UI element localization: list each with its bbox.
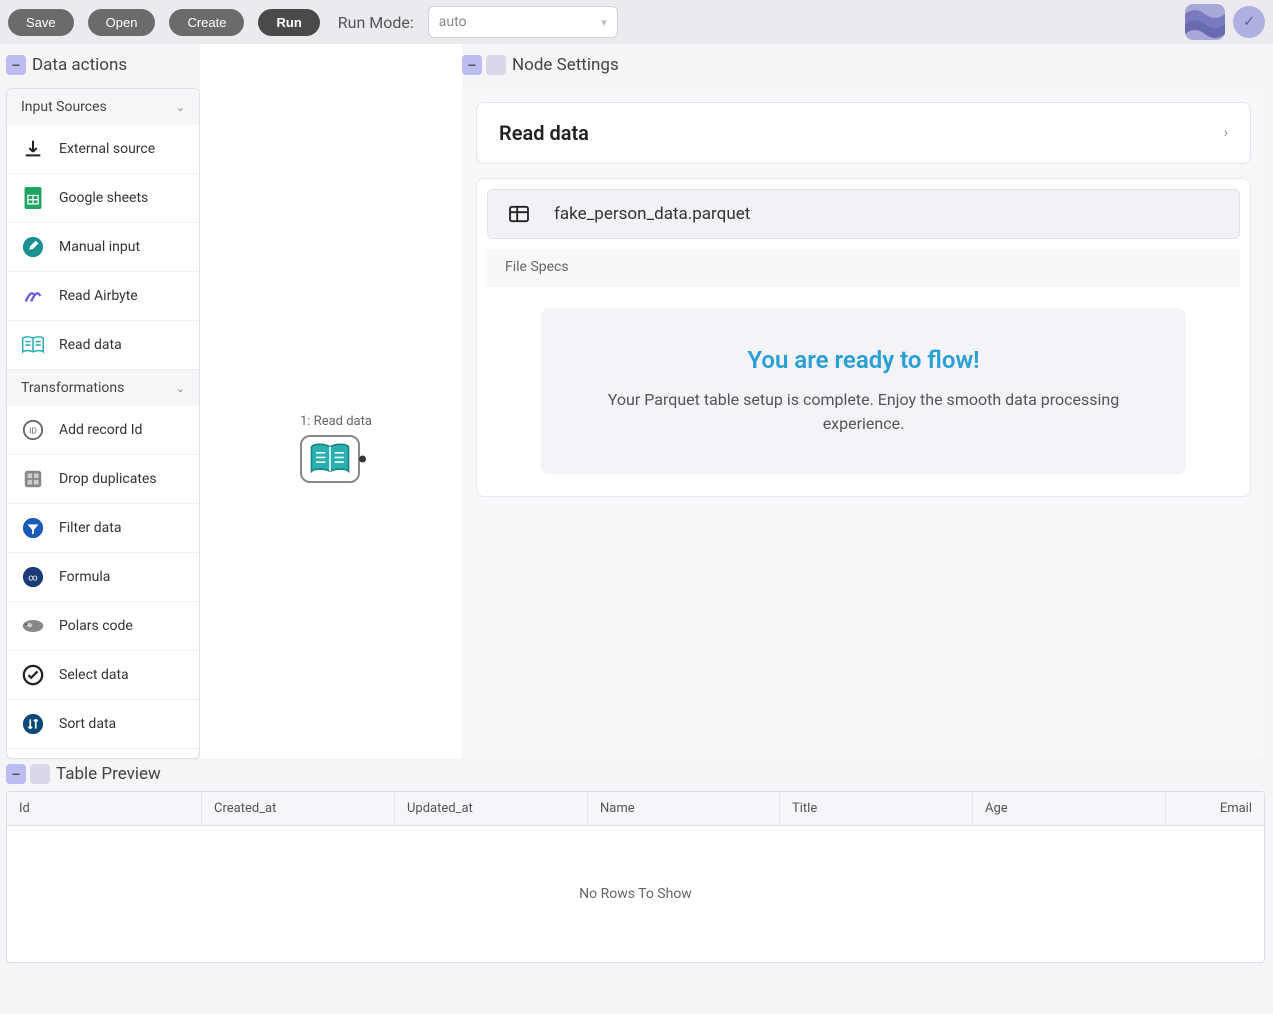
column-header-title[interactable]: Title [780,792,973,825]
top-toolbar: Save Open Create Run Run Mode: auto ▾ ✓ [0,0,1273,44]
action-label: Filter data [59,520,121,536]
action-external-source[interactable]: External source [7,125,199,174]
node-settings-toggle[interactable] [486,55,506,75]
canvas-node-label: 1: Read data [300,414,372,429]
node-title: Read data [499,121,589,145]
action-select-data[interactable]: Select data [7,651,199,700]
duplicates-icon [21,467,45,491]
action-polars-code[interactable]: Polars code [7,602,199,651]
chevron-down-icon: ⌄ [176,382,185,395]
column-header-name[interactable]: Name [588,792,780,825]
table-header-row: Id Created_at Updated_at Name Title Age … [7,792,1264,826]
column-header-id[interactable]: Id [7,792,202,825]
action-label: Read data [59,337,122,353]
file-name: fake_person_data.parquet [554,204,750,224]
action-label: Manual input [59,239,140,255]
action-label: Select data [59,667,129,683]
select-check-icon [21,663,45,687]
data-actions-title: Data actions [32,55,127,75]
action-add-record-id[interactable]: ID Add record Id [7,406,199,455]
column-header-created-at[interactable]: Created_at [202,792,395,825]
chevron-right-icon: › [1224,125,1228,141]
column-header-age[interactable]: Age [973,792,1166,825]
column-header-email[interactable]: Email [1166,792,1264,825]
ready-description: Your Parquet table setup is complete. En… [571,388,1156,436]
action-label: Polars code [59,618,133,634]
action-label: Sort data [59,716,116,732]
action-read-airbyte[interactable]: Read Airbyte [7,272,199,321]
book-icon [21,333,45,357]
action-sort-data[interactable]: Sort data [7,700,199,749]
chevron-down-icon: ▾ [601,16,607,29]
node-output-port[interactable] [359,456,366,463]
table-empty-message: No Rows To Show [7,826,1264,962]
formula-icon: ∞ [21,565,45,589]
airbyte-icon [21,284,45,308]
action-label: Google sheets [59,190,148,206]
action-formula[interactable]: ∞ Formula [7,553,199,602]
collapse-table-preview-button[interactable]: − [6,764,26,784]
table-preview-title: Table Preview [56,764,161,784]
section-input-sources-label: Input Sources [21,99,107,115]
download-icon [21,137,45,161]
create-button[interactable]: Create [169,9,244,36]
action-label: Read Airbyte [59,288,138,304]
column-header-updated-at[interactable]: Updated_at [395,792,588,825]
id-icon: ID [21,418,45,442]
action-drop-duplicates[interactable]: Drop duplicates [7,455,199,504]
file-specs-header[interactable]: File Specs [487,249,1240,286]
table-icon [508,205,530,223]
table-preview: Id Created_at Updated_at Name Title Age … [6,791,1265,963]
svg-text:ID: ID [29,427,37,437]
action-google-sheets[interactable]: Google sheets [7,174,199,223]
action-label: External source [59,141,155,157]
action-manual-input[interactable]: Manual input [7,223,199,272]
book-icon [308,442,352,476]
canvas-node-read-data[interactable]: 1: Read data [300,414,372,483]
section-transformations-label: Transformations [21,380,124,396]
table-preview-toggle[interactable] [30,764,50,784]
svg-text:∞: ∞ [28,574,37,584]
ready-title: You are ready to flow! [571,346,1156,374]
flow-canvas[interactable]: 1: Read data [200,44,462,759]
edit-icon [21,235,45,259]
chevron-down-icon: ⌄ [176,101,185,114]
run-mode-value: auto [439,14,467,30]
data-actions-sidebar: Input Sources ⌄ External source Google s… [6,88,200,759]
run-mode-label: Run Mode: [338,13,414,32]
action-label: Add record Id [59,422,142,438]
save-button[interactable]: Save [8,9,74,36]
collapse-data-actions-button[interactable]: − [6,55,26,75]
collapse-node-settings-button[interactable]: − [462,55,482,75]
file-selector[interactable]: fake_person_data.parquet [487,189,1240,239]
node-title-expander[interactable]: Read data › [499,121,1228,145]
section-input-sources[interactable]: Input Sources ⌄ [7,89,199,125]
run-button[interactable]: Run [258,9,319,36]
action-read-data[interactable]: Read data [7,321,199,370]
status-checkmark-icon[interactable]: ✓ [1233,6,1265,38]
logo-icon [1185,4,1225,40]
sort-icon [21,712,45,736]
sheets-icon [21,186,45,210]
open-button[interactable]: Open [88,9,156,36]
action-label: Formula [59,569,110,585]
run-mode-select[interactable]: auto ▾ [428,6,618,38]
action-label: Drop duplicates [59,471,157,487]
action-filter-data[interactable]: Filter data [7,504,199,553]
section-transformations[interactable]: Transformations ⌄ [7,370,199,406]
node-settings-panel: Read data › fake_person_data.parquet Fil… [462,88,1265,759]
ready-message-box: You are ready to flow! Your Parquet tabl… [541,308,1186,474]
node-settings-title: Node Settings [512,55,619,75]
polars-icon [21,614,45,638]
filter-icon [21,516,45,540]
